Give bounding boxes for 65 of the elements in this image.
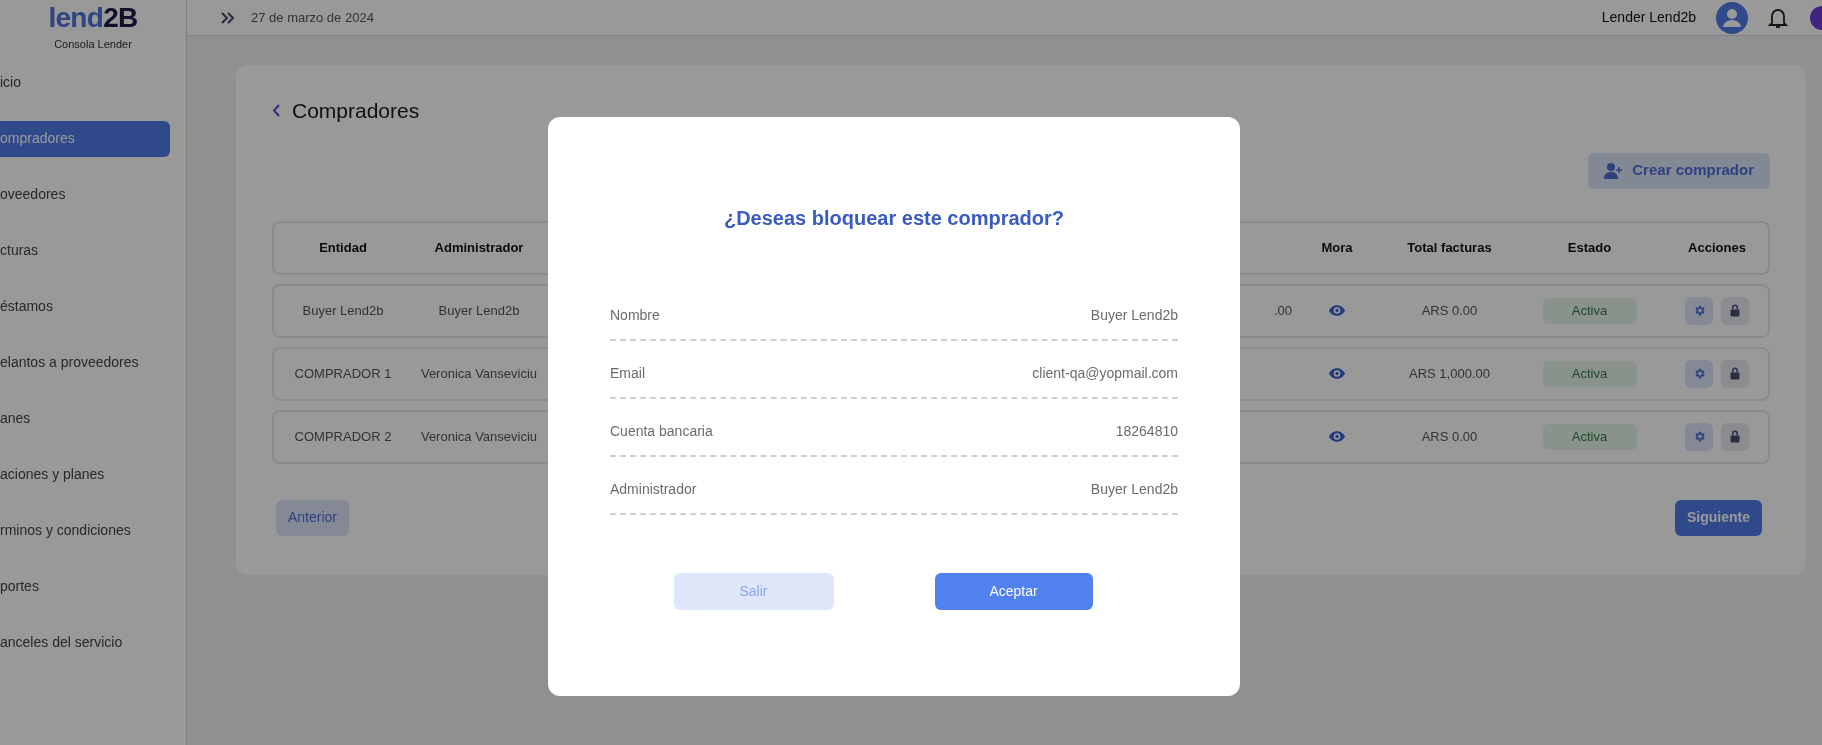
avatar-icon[interactable] [1716,1,1748,34]
column-header: Estado [1566,238,1613,257]
table-cell-text: COMPRADOR 2 [293,427,393,446]
sidebar-item[interactable]: rminos y condiciones [0,512,170,549]
previous-button[interactable]: Anterior [276,499,350,536]
lock-button[interactable] [1721,422,1749,451]
column-header: Entidad [318,238,368,257]
dialog-title: ¿Deseas bloquear este comprador? [723,206,1065,231]
settings-button[interactable] [1685,359,1713,388]
user-name: Lender Lend2b [1601,8,1696,27]
create-buyer-button[interactable]: Crear comprador [1588,152,1770,189]
table-cell-text: Veronica Vanseviciu [419,364,539,383]
eye-icon[interactable] [1329,368,1345,379]
detail-label: Email [610,363,645,383]
detail-label: Nombre [610,305,660,325]
status-badge: Activa [1542,297,1637,324]
date-label: 27 de marzo de 2024 [251,8,374,27]
detail-label: Cuenta bancaria [610,421,713,441]
eye-icon[interactable] [1329,305,1345,316]
column-header: Acciones [1687,238,1747,257]
sidebar-item[interactable]: elantos a proveedores [0,344,170,381]
lock-icon [1729,367,1741,380]
detail-value: 18264810 [1115,421,1178,441]
expand-icon[interactable] [221,11,235,24]
column-header: Mora [1320,238,1354,257]
sidebar-item[interactable]: icio [0,64,170,101]
table-cell-text: .00 [1273,301,1292,320]
table-cell-text: Veronica Vanseviciu [419,427,539,446]
table-cell-text: ARS 0.00 [1420,427,1479,446]
lock-button[interactable] [1721,359,1749,388]
detail-value: client-qa@yopmail.com [1032,363,1178,383]
page-title: Compradores [292,98,420,124]
eye-icon[interactable] [1329,431,1345,442]
table-cell-text: ARS 1,000.00 [1408,364,1491,383]
next-button[interactable]: Siguiente [1675,499,1762,536]
lock-button[interactable] [1721,296,1749,325]
lock-icon [1729,304,1741,317]
sidebar-item[interactable]: oveedores [0,176,170,213]
bell-icon[interactable] [1768,6,1788,29]
settings-button[interactable] [1685,296,1713,325]
sidebar-item[interactable]: cturas [0,232,170,269]
table-cell-text: ARS 0.00 [1420,301,1479,320]
sidebar-item[interactable]: éstamos [0,288,170,325]
detail-value: Buyer Lend2b [1090,479,1178,499]
status-badge: Activa [1542,423,1637,450]
column-header: Administrador [433,238,525,257]
logo: lend2B [48,4,138,32]
table-cell-text: Buyer Lend2b [301,301,385,320]
lock-icon [1729,430,1741,443]
sidebar-item[interactable]: portes [0,568,170,605]
sidebar-item[interactable]: ompradores [0,120,170,157]
logo-subtitle: Consola Lender [54,37,132,52]
sidebar-item[interactable]: aciones y planes [0,456,170,493]
back-icon[interactable] [272,104,280,118]
column-header: Total facturas [1406,238,1493,257]
settings-button[interactable] [1685,422,1713,451]
table-cell-text: Buyer Lend2b [437,301,521,320]
detail-label: Administrador [610,479,697,499]
add-user-icon [1604,162,1625,179]
detail-value: Buyer Lend2b [1090,305,1178,325]
sidebar-item[interactable]: anceles del servicio [0,624,170,661]
status-badge: Activa [1542,360,1637,387]
table-cell-text: COMPRADOR 1 [293,364,393,383]
sidebar-item[interactable]: anes [0,400,170,437]
accept-button[interactable]: Aceptar [934,573,1093,610]
